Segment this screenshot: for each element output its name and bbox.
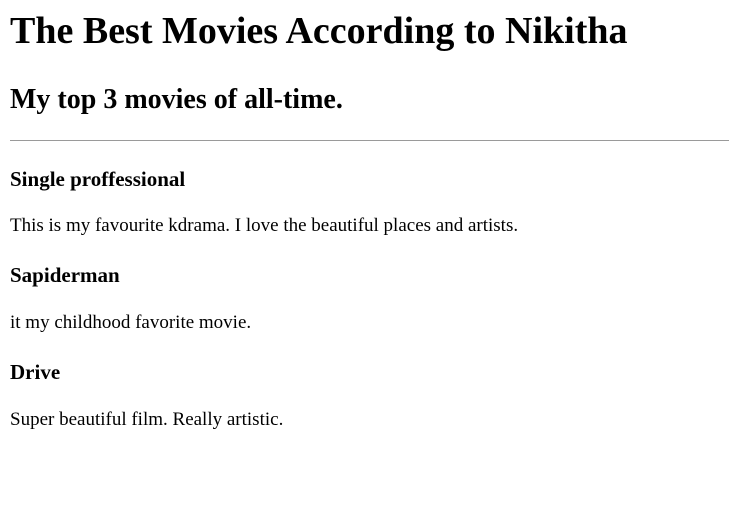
movie-description-2: it my childhood favorite movie. bbox=[10, 312, 252, 333]
movie-title-1: Single proffessional bbox=[10, 167, 186, 191]
movie-description-1: This is my favourite kdrama. I love the … bbox=[10, 215, 519, 236]
page-content: The Best Movies According to Nikitha My … bbox=[0, 0, 730, 430]
movie-description-3: Super beautiful film. Really artistic. bbox=[10, 409, 284, 430]
movie-title-3: Drive bbox=[10, 360, 61, 384]
movie-title-2: Sapiderman bbox=[10, 263, 120, 287]
page-subtitle: My top 3 movies of all-time. bbox=[10, 84, 343, 115]
divider bbox=[10, 140, 729, 141]
